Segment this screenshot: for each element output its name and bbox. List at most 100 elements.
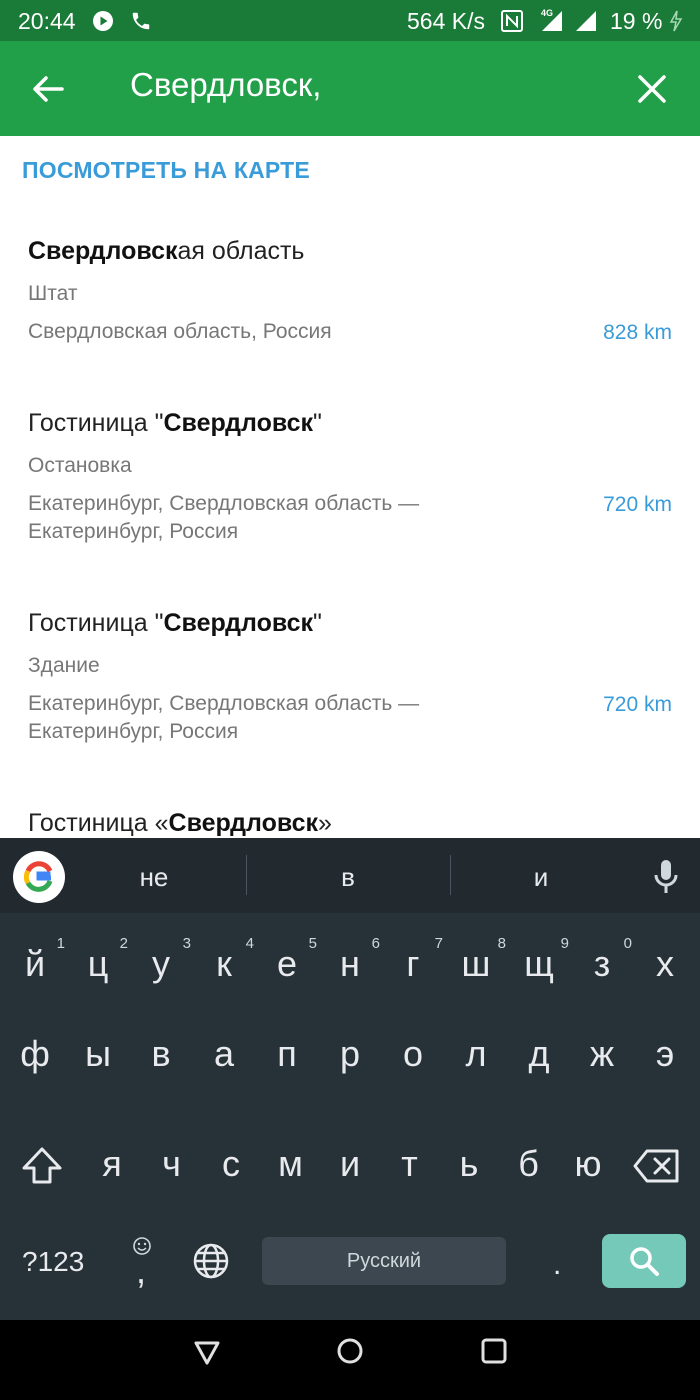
- status-bar: 20:44 564 K/s 4G 19 %: [0, 0, 700, 41]
- result-distance: 720 km: [603, 493, 672, 516]
- title-text: ": [313, 609, 322, 637]
- key-label: п: [277, 1033, 297, 1074]
- comma-key[interactable]: ,: [136, 1250, 146, 1292]
- letter-key[interactable]: ш8: [446, 935, 506, 985]
- key-label: т: [401, 1143, 418, 1184]
- key-label: г: [406, 943, 420, 984]
- symbols-key[interactable]: ?123: [22, 1246, 84, 1278]
- letter-key[interactable]: у3: [131, 935, 191, 985]
- key-label: ж: [589, 1033, 615, 1074]
- result-item[interactable]: Гостиница «Свердловск»: [0, 772, 700, 838]
- letter-key[interactable]: э: [635, 1033, 695, 1075]
- search-results-list: Свердловская область Штат Свердловская о…: [0, 200, 700, 838]
- result-item[interactable]: Гостиница "Свердловск" Здание Екатеринбу…: [0, 572, 700, 772]
- title-match: Свердловск: [28, 237, 178, 265]
- letter-key[interactable]: и: [320, 1143, 380, 1185]
- letter-key[interactable]: ы: [68, 1033, 128, 1075]
- letter-key[interactable]: ф: [5, 1033, 65, 1075]
- back-triangle-icon[interactable]: [192, 1338, 222, 1368]
- key-label: х: [656, 943, 674, 984]
- letter-key[interactable]: о: [383, 1033, 443, 1075]
- key-label: э: [655, 1033, 675, 1074]
- view-on-map-link[interactable]: ПОСМОТРЕТЬ НА КАРТЕ: [22, 157, 310, 184]
- period-key[interactable]: .: [553, 1248, 561, 1282]
- key-label: и: [339, 1143, 361, 1184]
- key-hint-number: 3: [182, 935, 191, 952]
- result-item[interactable]: Гостиница "Свердловск" Остановка Екатери…: [0, 372, 700, 572]
- letter-key[interactable]: т: [380, 1143, 440, 1185]
- key-hint-number: 7: [434, 935, 443, 952]
- key-label: е: [276, 943, 298, 984]
- key-label: ф: [20, 1033, 50, 1074]
- globe-icon[interactable]: [192, 1242, 230, 1280]
- backspace-icon[interactable]: [633, 1148, 681, 1184]
- title-match: Свердловск: [163, 609, 314, 637]
- letter-key[interactable]: ц2: [68, 935, 128, 985]
- result-distance: 828 km: [603, 321, 672, 344]
- key-hint-number: 9: [560, 935, 569, 952]
- result-title: Гостиница "Свердловск": [28, 409, 322, 438]
- letter-key[interactable]: а: [194, 1033, 254, 1075]
- key-label: я: [102, 1143, 122, 1184]
- letter-key[interactable]: ч: [142, 1143, 202, 1185]
- key-hint-number: 5: [308, 935, 317, 952]
- suggestion-strip: не в и: [0, 838, 700, 913]
- result-address: Екатеринбург, Свердловская область — Ека…: [28, 492, 420, 543]
- letter-key[interactable]: б: [499, 1143, 559, 1185]
- key-label: л: [465, 1033, 487, 1074]
- battery-level: 19 %: [610, 8, 663, 34]
- letter-key[interactable]: с: [201, 1143, 261, 1185]
- key-label: з: [593, 943, 611, 984]
- shift-icon[interactable]: [20, 1144, 64, 1188]
- letter-key[interactable]: з0: [572, 935, 632, 985]
- result-title: Свердловская область: [28, 237, 304, 266]
- search-key[interactable]: [602, 1234, 686, 1288]
- letter-key[interactable]: г7: [383, 935, 443, 985]
- letter-key[interactable]: в: [131, 1033, 191, 1075]
- phone-icon: [132, 12, 150, 30]
- result-item[interactable]: Свердловская область Штат Свердловская о…: [0, 200, 700, 370]
- key-hint-number: 6: [371, 935, 380, 952]
- letter-key[interactable]: щ9: [509, 935, 569, 985]
- signal-icon: [576, 11, 596, 31]
- letter-key[interactable]: м: [261, 1143, 321, 1185]
- key-label: д: [528, 1033, 550, 1074]
- letter-key[interactable]: р: [320, 1033, 380, 1075]
- google-icon[interactable]: [13, 851, 65, 903]
- letter-key[interactable]: ж: [572, 1033, 632, 1075]
- letter-key[interactable]: ь: [439, 1143, 499, 1185]
- key-label: н: [340, 943, 360, 984]
- search-input[interactable]: [130, 66, 600, 104]
- space-bar[interactable]: Русский: [262, 1237, 506, 1285]
- microphone-icon[interactable]: [652, 857, 680, 897]
- suggestion[interactable]: и: [466, 862, 616, 893]
- key-label: р: [339, 1033, 361, 1074]
- letter-key[interactable]: п: [257, 1033, 317, 1075]
- suggestion[interactable]: не: [79, 862, 229, 893]
- letter-key[interactable]: е5: [257, 935, 317, 985]
- home-circle-icon[interactable]: [335, 1336, 365, 1366]
- title-match: Свердловск: [168, 809, 319, 837]
- result-address: Свердловская область, Россия: [28, 320, 332, 343]
- key-label: ы: [85, 1033, 111, 1074]
- key-hint-number: 1: [56, 935, 65, 952]
- result-type: Остановка: [28, 454, 132, 477]
- letter-key[interactable]: д: [509, 1033, 569, 1075]
- search-app-bar: [0, 41, 700, 136]
- close-icon[interactable]: [632, 69, 672, 109]
- letter-key[interactable]: к4: [194, 935, 254, 985]
- letter-key[interactable]: ю: [558, 1143, 618, 1185]
- recents-square-icon[interactable]: [480, 1337, 508, 1365]
- letter-key[interactable]: н6: [320, 935, 380, 985]
- title-text: Гостиница «: [28, 809, 169, 837]
- letter-key[interactable]: х: [635, 943, 695, 985]
- letter-key[interactable]: я: [82, 1143, 142, 1185]
- letter-key[interactable]: й1: [5, 935, 65, 985]
- key-label: б: [518, 1143, 539, 1184]
- letter-key[interactable]: л: [446, 1033, 506, 1075]
- back-arrow-icon[interactable]: [28, 69, 68, 109]
- key-label: в: [151, 1033, 171, 1074]
- divider: [246, 855, 247, 895]
- suggestion[interactable]: в: [273, 862, 423, 893]
- battery-charging-icon: [669, 10, 683, 32]
